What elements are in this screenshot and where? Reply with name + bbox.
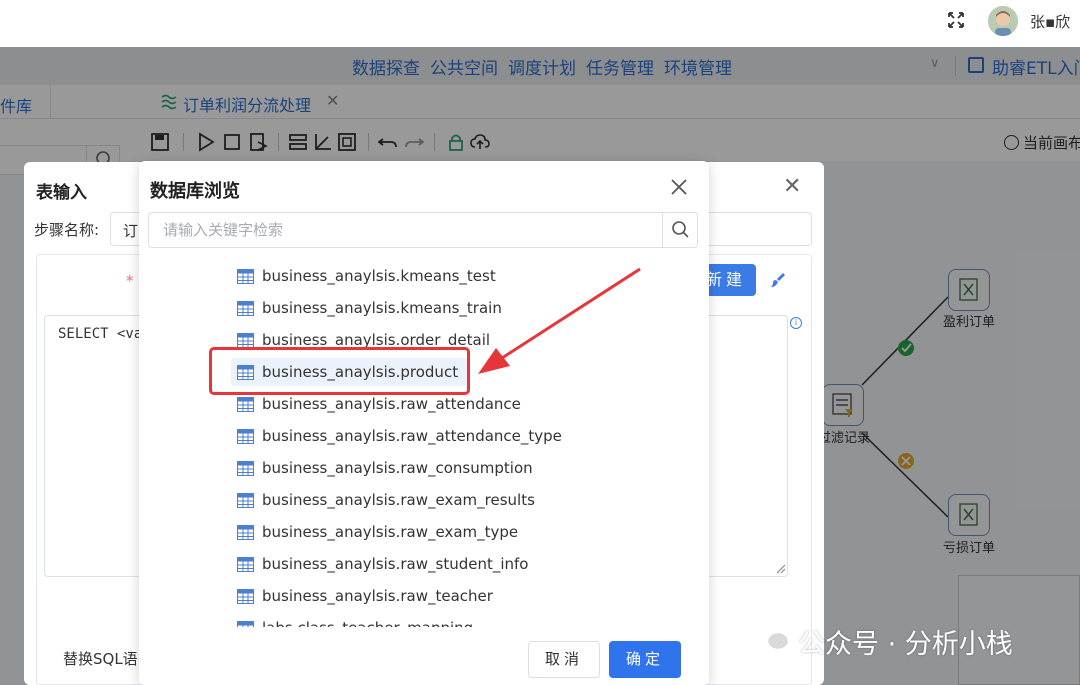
watermark-text: 公众号 · 分析小栈 bbox=[798, 629, 1013, 660]
wechat-icon bbox=[750, 621, 791, 652]
annotation-arrow bbox=[478, 267, 641, 374]
